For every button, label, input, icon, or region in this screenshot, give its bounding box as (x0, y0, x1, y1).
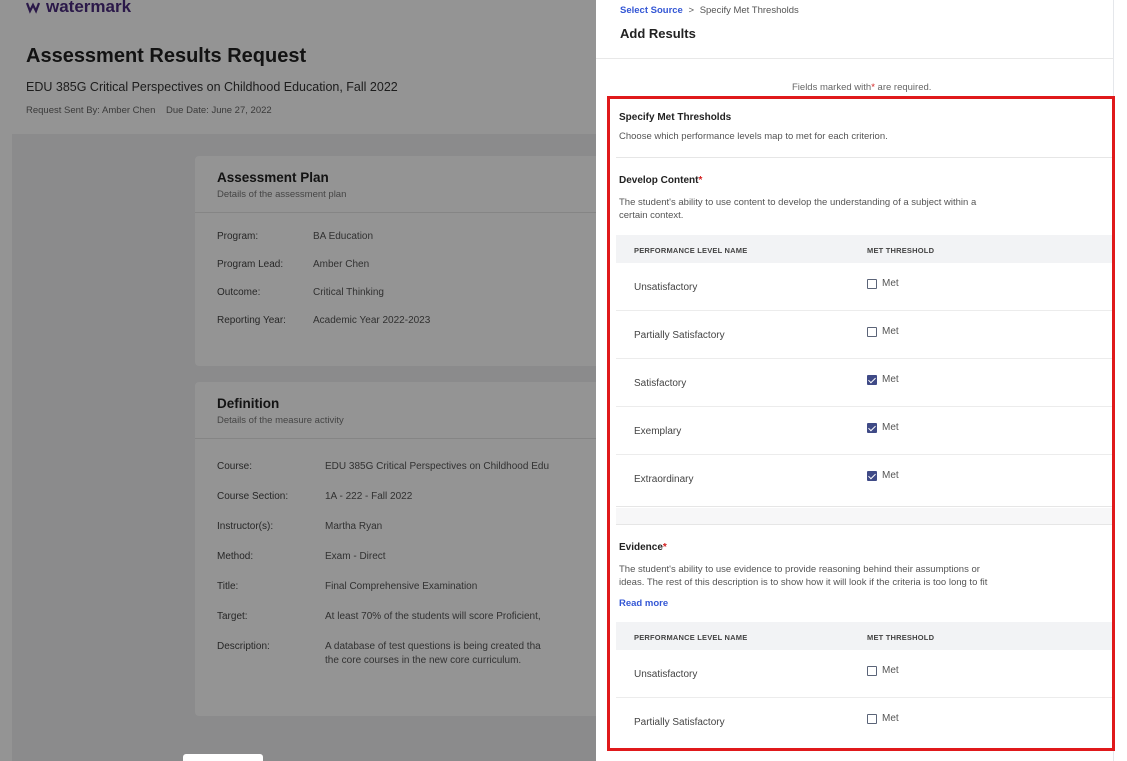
panel-title: Add Results (620, 26, 696, 41)
breadcrumb: Select Source > Specify Met Thresholds (620, 5, 799, 16)
breadcrumb-separator: > (688, 5, 695, 16)
header-divider (596, 58, 1114, 59)
breadcrumb-current: Specify Met Thresholds (699, 5, 799, 16)
required-note: Fields marked with* are required. (792, 82, 932, 93)
highlight-frame (607, 96, 1115, 751)
background-card-edge (183, 754, 263, 761)
modal-backdrop[interactable] (0, 0, 596, 761)
breadcrumb-select-source[interactable]: Select Source (620, 5, 683, 16)
